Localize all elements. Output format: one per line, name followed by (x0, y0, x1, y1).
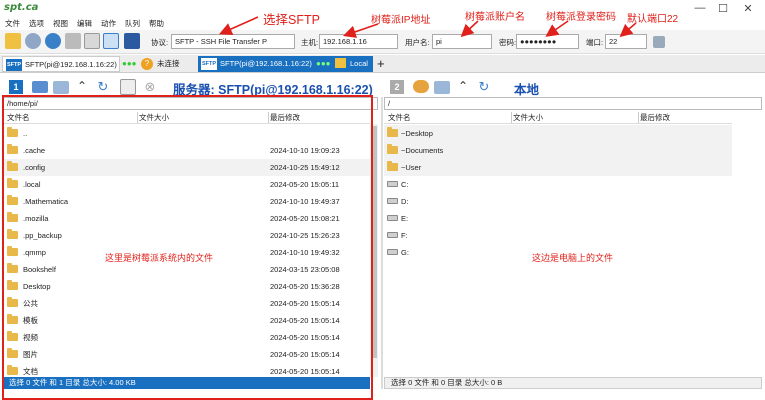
file-name: ~Documents (401, 146, 444, 155)
protocol-label: 协议: (151, 38, 169, 47)
sftp-icon: SFTP (201, 58, 217, 70)
drive-icon (387, 232, 398, 238)
user-label: 用户名: (405, 38, 430, 47)
table-row[interactable]: C: (384, 176, 732, 193)
question-icon: ? (141, 58, 153, 70)
drive-icon (387, 215, 398, 221)
file-name: D: (401, 197, 409, 206)
col-size[interactable]: 文件大小 (513, 111, 543, 124)
host-label: 主机: (301, 38, 319, 47)
tab-unconnected[interactable]: ? 未连接 (137, 56, 195, 72)
local-column-header: 文件名 文件大小 最后修改 (384, 111, 732, 124)
host-input[interactable]: 192.168.1.16 (319, 34, 398, 49)
file-name: C: (401, 180, 409, 189)
up-icon[interactable]: ⌃ (74, 79, 90, 95)
right-pane-toolbar: 2 ⌃ ↻ 本地 (386, 76, 765, 98)
pane-divider[interactable] (381, 97, 383, 389)
monitor-icon[interactable] (32, 81, 48, 93)
local-path-input[interactable]: / (384, 97, 762, 110)
file-name: E: (401, 214, 409, 223)
annotation-pi-user: 树莓派账户名 (465, 12, 525, 23)
close-button[interactable]: ✕ (738, 2, 758, 15)
menu-help[interactable]: 帮助 (149, 18, 164, 30)
file-name: ~Desktop (401, 129, 433, 138)
annotation-default-port: 默认端口22 (627, 14, 679, 25)
computer-icon (335, 58, 346, 68)
annotation-pi-ip: 树莓派IP地址 (371, 15, 431, 26)
port-label: 端口: (586, 38, 604, 47)
menu-file[interactable]: 文件 (5, 18, 20, 30)
folder-icon (387, 161, 398, 171)
drive-icon (387, 181, 398, 187)
tab-bar: SFTP SFTP(pi@192.168.1.16:22) ●●● ? 未连接 … (0, 55, 765, 73)
new-tab-button[interactable]: + (377, 56, 385, 71)
refresh-icon[interactable]: ↻ (95, 79, 111, 95)
file-name: ~User (401, 163, 422, 172)
drive-icon (387, 198, 398, 204)
connected-indicator-icon: ●●● (316, 59, 331, 68)
password-input[interactable]: ●●●●●●●● (516, 34, 579, 49)
app-logo: spt.ca (4, 2, 39, 13)
remote-pane-highlight (2, 95, 373, 400)
refresh-icon[interactable] (45, 33, 61, 49)
connect-menu-icon[interactable] (653, 36, 665, 48)
tab-local-label: Local (350, 59, 368, 68)
annotation-select-sftp: 选择SFTP (263, 13, 320, 27)
annotation-left-note: 这里是树莓派系统内的文件 (105, 253, 214, 263)
pane-badge: 2 (390, 80, 404, 94)
transfer-icon[interactable] (103, 33, 119, 49)
col-modified[interactable]: 最后修改 (640, 111, 670, 124)
folder-icon (387, 127, 398, 137)
local-title: 本地 (514, 83, 540, 97)
tab-sftp-1[interactable]: SFTP SFTP(pi@192.168.1.16:22) (2, 56, 120, 72)
file-name: F: (401, 231, 408, 240)
drive-icon (387, 249, 398, 255)
table-row[interactable]: D: (384, 193, 732, 210)
tab-label: SFTP(pi@192.168.1.16:22) (220, 59, 312, 68)
tab-label: 未连接 (157, 59, 180, 68)
menu-options[interactable]: 选项 (29, 18, 44, 30)
settings-icon[interactable] (25, 33, 41, 49)
upload-icon[interactable] (413, 80, 429, 93)
table-row[interactable]: ~Documents (384, 142, 732, 159)
annotation-pi-password: 树莓派登录密码 (546, 12, 616, 23)
tab-sftp-active[interactable]: SFTP SFTP(pi@192.168.1.16:22) ●●● Local (198, 56, 373, 72)
menu-action[interactable]: 动作 (101, 18, 116, 30)
menu-queue[interactable]: 队列 (125, 18, 140, 30)
up-icon[interactable]: ⌃ (455, 79, 471, 95)
menu-view[interactable]: 视图 (53, 18, 68, 30)
connected-indicator-icon: ●●● (122, 59, 137, 68)
maximize-button[interactable]: ☐ (713, 2, 733, 15)
document-icon[interactable] (84, 33, 100, 49)
favorites-icon[interactable] (5, 33, 21, 49)
terminal-icon[interactable] (124, 33, 140, 49)
minimize-button[interactable]: — (690, 2, 710, 14)
table-row[interactable]: F: (384, 227, 732, 244)
cancel-icon[interactable]: ⊗ (142, 79, 158, 95)
col-filename[interactable]: 文件名 (388, 111, 411, 124)
username-input[interactable]: pi (432, 34, 492, 49)
port-input[interactable]: 22 (605, 34, 647, 49)
tree-icon[interactable] (120, 79, 136, 95)
annotation-right-note: 这边是电脑上的文件 (532, 253, 614, 263)
local-status-bar: 选择 0 文件 和 0 目录 总大小: 0 B (384, 377, 762, 389)
table-row[interactable]: ~User (384, 159, 732, 176)
password-label: 密码: (499, 38, 517, 47)
protocol-select[interactable]: SFTP - SSH File Transfer P (171, 34, 295, 49)
file-name: G: (401, 248, 409, 257)
table-row[interactable]: E: (384, 210, 732, 227)
refresh-icon[interactable]: ↻ (476, 79, 492, 95)
table-row[interactable]: ~Desktop (384, 125, 732, 142)
sftp-icon: SFTP (6, 59, 22, 71)
pane-badge: 1 (9, 80, 23, 94)
folder-icon (387, 144, 398, 154)
play-icon[interactable] (65, 33, 81, 49)
menu-edit[interactable]: 编辑 (77, 18, 92, 30)
save-icon[interactable] (53, 81, 69, 94)
tab-label: SFTP(pi@192.168.1.16:22) (25, 60, 117, 69)
toolbar: 协议: SFTP - SSH File Transfer P 主机: 192.1… (0, 30, 765, 54)
save-icon[interactable] (434, 81, 450, 94)
